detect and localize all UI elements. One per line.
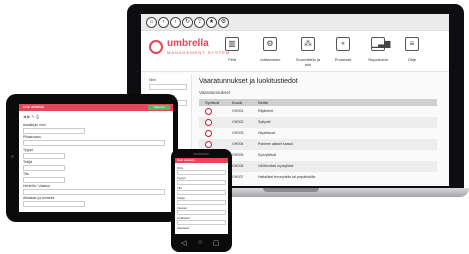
nav-item-pelit[interactable]: ▥ Pelit xyxy=(217,37,247,62)
row-code: GHS02 xyxy=(232,120,244,124)
status-select[interactable] xyxy=(23,177,65,183)
sidebar-input[interactable] xyxy=(149,84,187,90)
row-code: GHS03 xyxy=(232,131,244,135)
browser-tab-strip: ⌂ ‹ › ↻ ⇪ ★ ⚙ xyxy=(141,14,449,31)
phone-header-title: Uusi asiakirja xyxy=(177,158,195,162)
nav-label: Suunnittelu ja tuki xyxy=(295,57,321,67)
field-label: Henkilöt / Vastuut xyxy=(23,184,51,188)
table-header: Symboli Koodi Selite xyxy=(199,99,437,106)
phone-field[interactable] xyxy=(177,170,226,175)
tablet-header: Uusi asiakirja Tallenna xyxy=(19,104,173,111)
row-code: GHS01 xyxy=(232,109,244,113)
recent-apps-icon[interactable]: ▢ xyxy=(213,239,220,247)
home-icon[interactable]: ○ xyxy=(198,239,202,246)
nav-label: Raportointi xyxy=(368,57,388,62)
table-row[interactable]: GHS04 Paineen alaiset kaasut xyxy=(199,139,437,150)
field-label: Aikataulu ja toiminta xyxy=(23,196,55,200)
process-icon: ⚬ xyxy=(336,37,350,51)
row-name: Syövyttävät xyxy=(258,153,277,157)
row-code: GHS06 xyxy=(232,164,244,168)
hazard-icon xyxy=(205,141,212,148)
star-icon[interactable]: ★ xyxy=(206,17,217,28)
forward-icon[interactable]: › xyxy=(170,17,181,28)
table-row[interactable]: GHS02 Syttyvät xyxy=(199,117,437,128)
tablet-toolbar-icons[interactable]: ◀ ▶ ✎ ⎙ xyxy=(23,114,39,119)
phone-field[interactable] xyxy=(177,180,226,185)
field-label: Aikataulu xyxy=(177,226,190,230)
row-name: Räjähteet xyxy=(258,109,273,113)
phone-field[interactable] xyxy=(177,200,226,205)
responsibilities-field[interactable] xyxy=(23,189,165,195)
back-icon[interactable]: ‹ xyxy=(158,17,169,28)
phone-speaker xyxy=(193,153,209,155)
phone-header: Uusi asiakirja xyxy=(175,158,228,163)
field-label: Tekijä xyxy=(23,160,32,164)
home-icon[interactable]: ⌂ xyxy=(146,17,157,28)
umbrella-logo-icon xyxy=(149,40,163,54)
row-name: Haitalliset terveydelle tai ympäristölle xyxy=(258,175,316,179)
table-row[interactable]: GHS05 Syövyttävät xyxy=(199,150,437,161)
column-header[interactable]: Koodi xyxy=(232,100,242,105)
org-icon: ⚙ xyxy=(263,37,277,51)
nav-label: Pelit xyxy=(228,57,236,62)
nav-label: Prosessit xyxy=(334,57,352,62)
refresh-icon[interactable]: ↻ xyxy=(182,17,193,28)
nav-item-ohje[interactable]: ≡ Ohje xyxy=(397,37,427,62)
share-icon[interactable]: ⇪ xyxy=(194,17,205,28)
phone-screen: Uusi asiakirja Nimi Tyyppi Tila Tekijä V… xyxy=(175,158,228,234)
tablet-screen: Uusi asiakirja Tallenna ◀ ▶ ✎ ⎙ Asiakirj… xyxy=(19,104,173,212)
author-field[interactable] xyxy=(23,165,65,171)
sidebar-label: Nimi xyxy=(149,78,156,82)
row-code: GHS05 xyxy=(232,153,244,157)
row-code: GHS07 xyxy=(232,175,244,179)
phone-field[interactable] xyxy=(177,210,226,215)
row-name: Paineen alaiset kaasut xyxy=(258,142,294,146)
save-button[interactable]: Tallenna xyxy=(148,105,170,110)
field-label: Asiakirjan nimi xyxy=(23,123,46,127)
section-title: Vaaratunnukset xyxy=(199,90,231,95)
doc-icon: ≡ xyxy=(405,37,419,51)
phone-field[interactable] xyxy=(177,190,226,195)
nav-item-prosessit[interactable]: ⚬ Prosessit xyxy=(328,37,358,62)
phone-field[interactable] xyxy=(177,220,226,225)
nav-item-johtaminen[interactable]: ⚙ Johtaminen xyxy=(255,37,285,62)
nav-item-suunnittelu[interactable]: ⁂ Suunnittelu ja tuki xyxy=(293,37,323,67)
field-label: Tyyppi xyxy=(23,148,34,152)
tablet-header-title: Uusi asiakirja xyxy=(23,105,44,109)
hazard-icon xyxy=(205,119,212,126)
back-icon[interactable]: ◁ xyxy=(181,239,186,247)
table-row[interactable]: GHS03 Hapettavat xyxy=(199,128,437,139)
books-icon: ▥ xyxy=(225,37,239,51)
schedule-field[interactable] xyxy=(23,201,85,207)
bar-chart-icon: ▁▃▆ xyxy=(371,37,390,51)
tablet-camera-icon xyxy=(11,155,14,158)
description-field[interactable] xyxy=(23,140,165,146)
column-header[interactable]: Selite xyxy=(258,100,268,105)
row-name: Välittömästi myrkylliset xyxy=(258,164,294,168)
settings-icon[interactable]: ⚙ xyxy=(218,17,229,28)
hazard-icon xyxy=(205,108,212,115)
network-icon: ⁂ xyxy=(301,37,315,51)
page-title: Vaaratunnukset ja luokitustiedot xyxy=(199,78,298,85)
table-row[interactable]: GHS01 Räjähteet xyxy=(199,106,437,117)
row-code: GHS04 xyxy=(232,142,244,146)
brand-name: umbrella xyxy=(167,38,209,49)
table-row[interactable]: GHS07 Haitalliset terveydelle tai ympäri… xyxy=(199,172,437,183)
type-select[interactable] xyxy=(23,153,65,159)
table-row[interactable]: GHS06 Välittömästi myrkylliset xyxy=(199,161,437,172)
nav-label: Johtaminen xyxy=(259,57,281,62)
app-header: umbrella MANAGEMENT SYSTEM ▥ Pelit ⚙ Joh… xyxy=(141,31,449,72)
row-name: Hapettavat xyxy=(258,131,275,135)
hazard-icon xyxy=(205,130,212,137)
column-header[interactable]: Symboli xyxy=(205,100,219,105)
field-label: Tila xyxy=(23,172,29,176)
nav-item-raportointi[interactable]: ▁▃▆ Raportointi xyxy=(363,37,393,62)
laptop-notch xyxy=(263,188,319,192)
name-field[interactable] xyxy=(23,128,85,134)
nav-label: Ohje xyxy=(407,57,417,62)
field-label: Pikakuvaus xyxy=(23,135,41,139)
row-name: Syttyvät xyxy=(258,120,271,124)
